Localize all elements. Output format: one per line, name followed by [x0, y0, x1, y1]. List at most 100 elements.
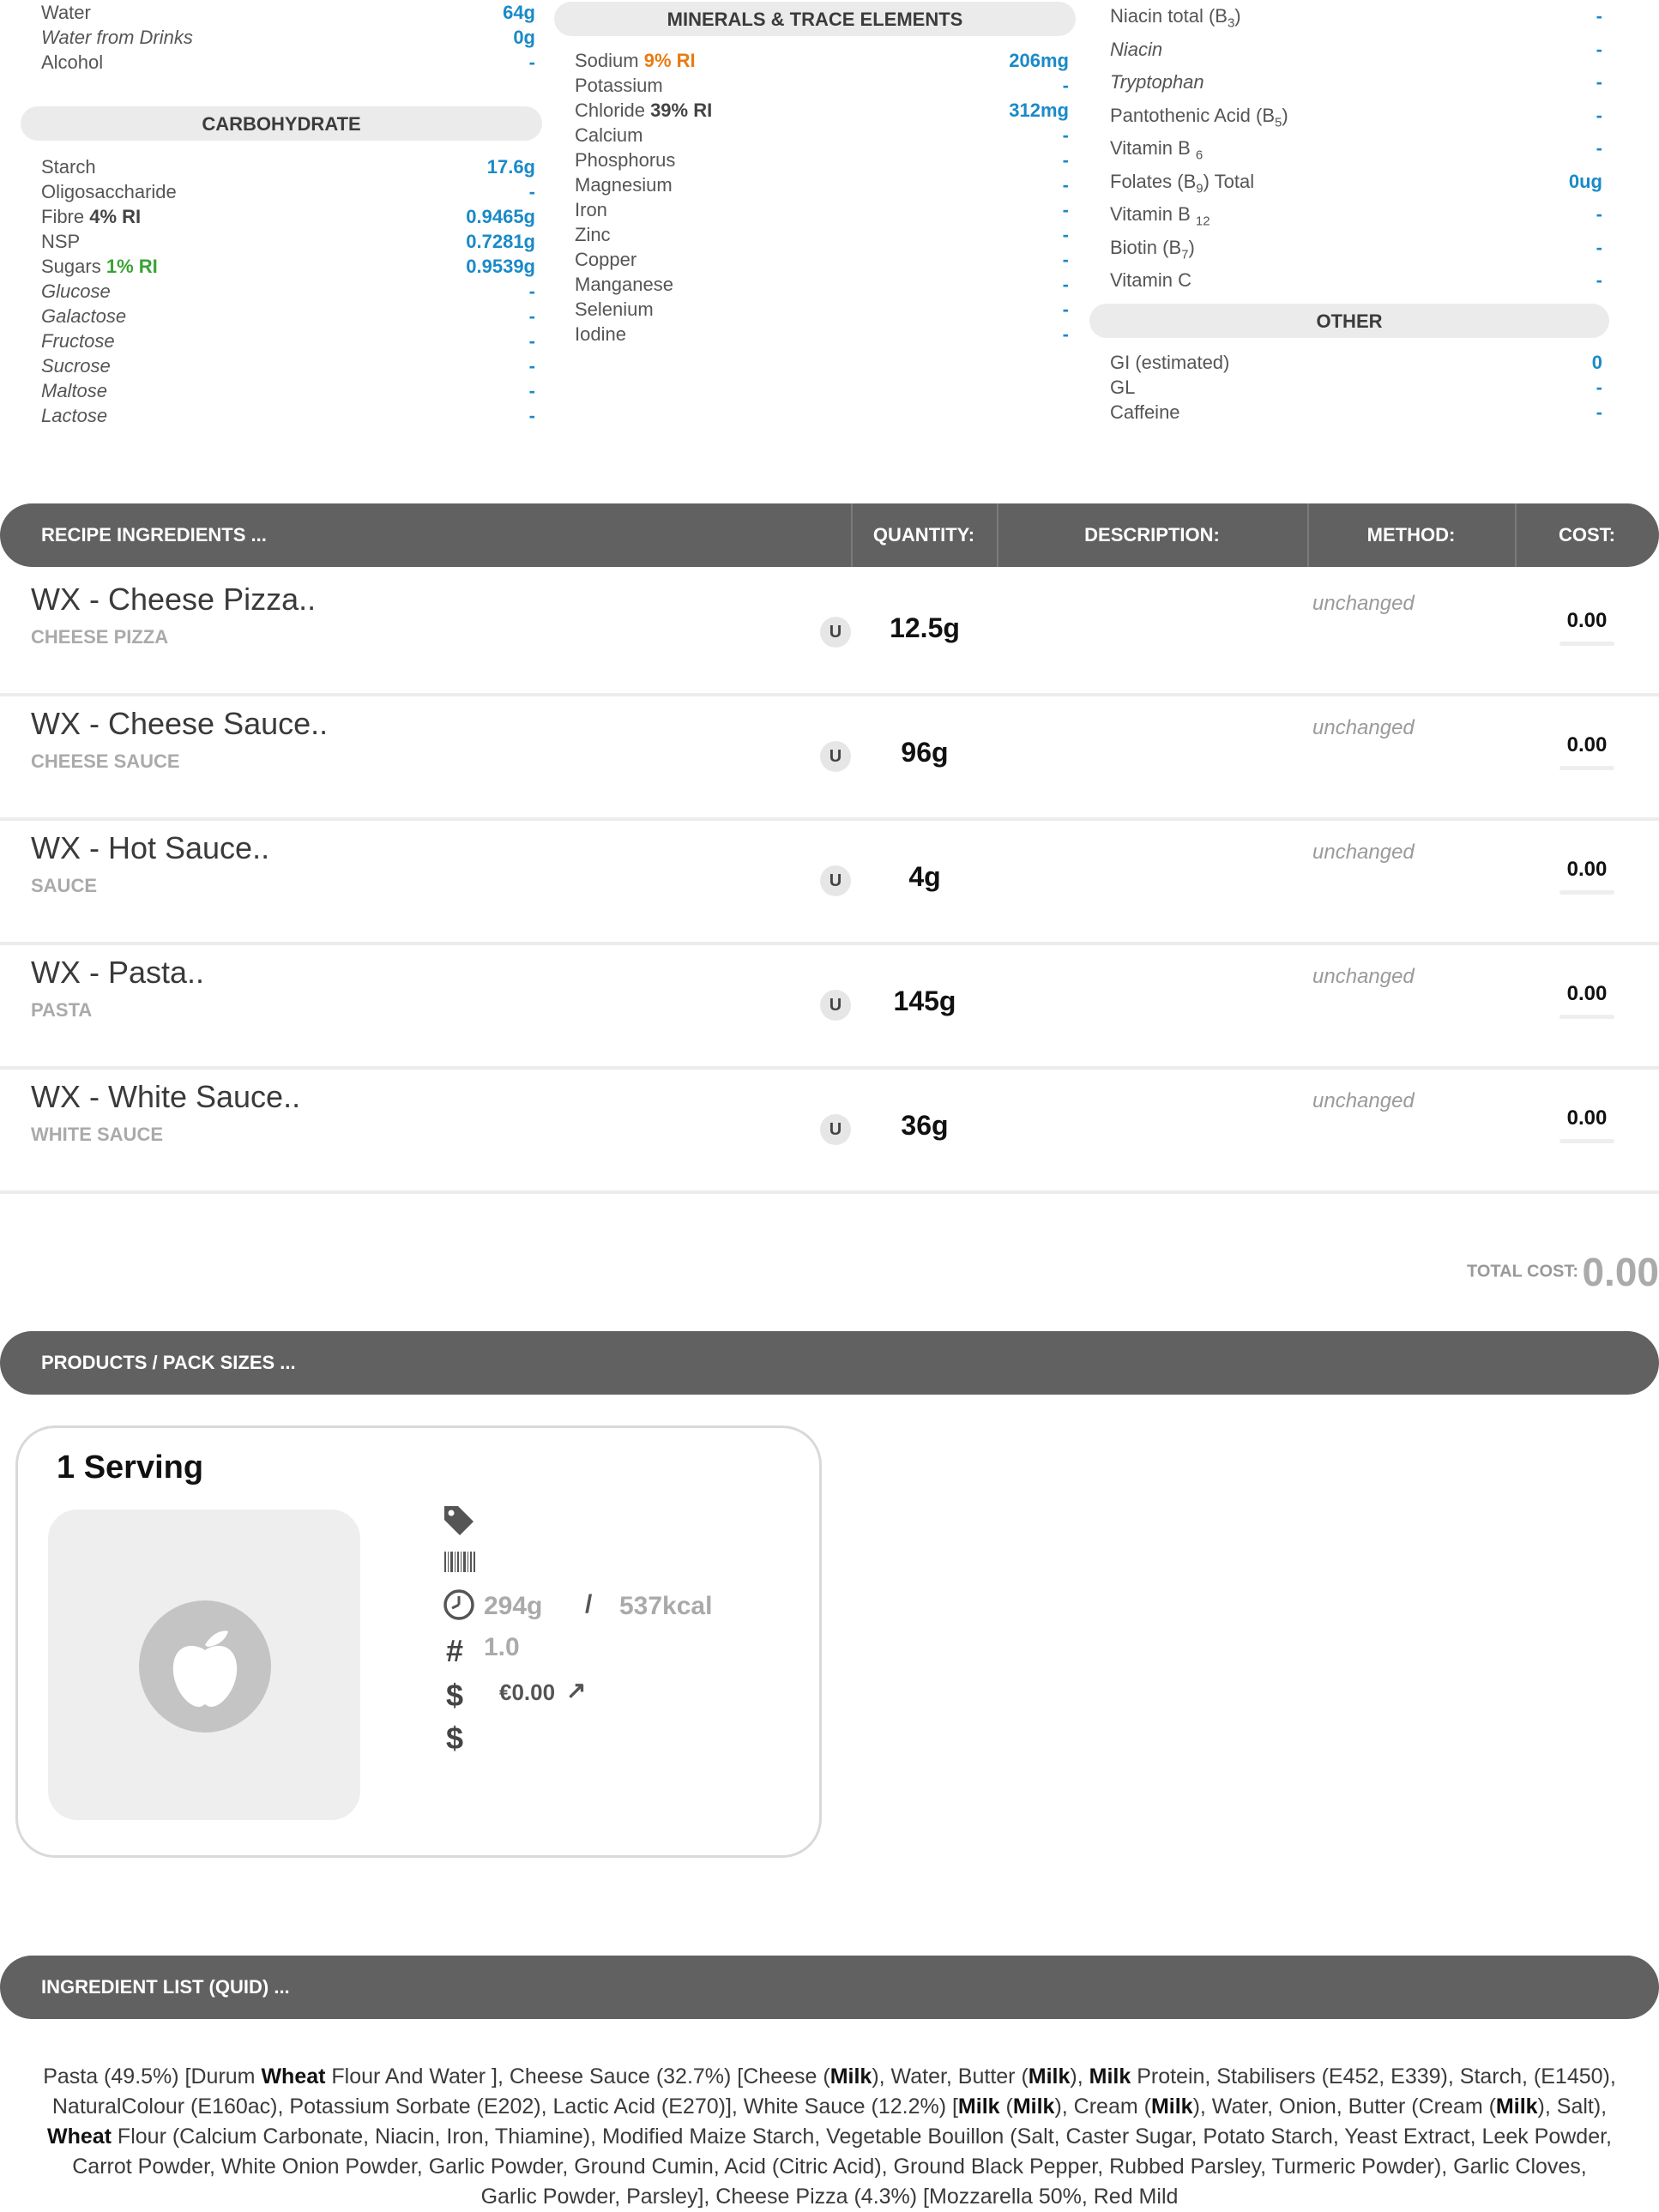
unit-badge[interactable]: U — [820, 617, 851, 648]
ingredient-text-segment: Flour (Calcium Carbonate, Niacin, Iron, … — [72, 2125, 1613, 2209]
ingredient-row[interactable]: WX - White Sauce.. WHITE SAUCE U 36g unchang… — [0, 1065, 1659, 1194]
description-column-header[interactable]: DESCRIPTION: — [997, 503, 1307, 567]
cost-underline — [1559, 1015, 1614, 1019]
total-cost: TOTAL COST: 0.00 — [1467, 1249, 1659, 1295]
nutrient-value: - — [1596, 104, 1602, 126]
ingredient-text-segment: ), Cream ( — [1054, 2094, 1151, 2119]
nutrient-row: Glucose - — [41, 279, 535, 304]
nutrient-label-text: GI (estimated) — [1110, 352, 1230, 373]
other-list: GI (estimated) 0 GL - Caffeine - — [1110, 350, 1602, 425]
nutrient-value: - — [1596, 269, 1602, 291]
nutrient-label-text: Water — [41, 2, 91, 23]
nutrient-label: Chloride 39% RI — [575, 98, 712, 123]
nutrient-label-text: Biotin (B — [1110, 236, 1182, 258]
nutrient-row: Fructose - — [41, 328, 535, 353]
nutrient-label-text: Sucrose — [41, 355, 111, 377]
nutrient-label: GL — [1110, 375, 1135, 400]
ingredient-category: CHEESE PIZZA — [31, 626, 169, 648]
clock-icon — [443, 1589, 474, 1620]
nutrient-column-general: Water 64g Water from Drinks 0g Alcohol - — [41, 0, 535, 75]
nutrient-value: 0ug — [1568, 170, 1602, 192]
nutrient-label: Sugars 1% RI — [41, 254, 158, 279]
products-title: PRODUCTS / PACK SIZES ... — [41, 1352, 296, 1373]
ingredient-quantity[interactable]: 36g — [858, 1110, 992, 1142]
ingredient-cost[interactable]: 0.00 — [1559, 609, 1614, 633]
nutrient-row: Vitamin B 12 - — [1110, 198, 1602, 232]
ingredient-cost[interactable]: 0.00 — [1559, 1106, 1614, 1130]
nutrient-label: Iron — [575, 197, 607, 222]
nutrient-label: Selenium — [575, 297, 654, 322]
ingredient-cost[interactable]: 0.00 — [1559, 733, 1614, 757]
nutrient-row: Iodine - — [575, 322, 1069, 347]
nutrient-label-text: Potassium — [575, 75, 663, 96]
nutrient-row: Vitamin C - — [1110, 264, 1602, 298]
ingredient-name[interactable]: WX - Cheese Pizza.. — [31, 582, 316, 618]
quantity-column-header[interactable]: QUANTITY: — [851, 503, 997, 567]
serving-energy: 537kcal — [619, 1592, 713, 1620]
nutrient-value: 312mg — [1009, 99, 1069, 121]
barcode-icon[interactable] — [443, 1549, 477, 1575]
ingredient-cost[interactable]: 0.00 — [1559, 858, 1614, 882]
nutrient-row: Potassium - — [575, 73, 1069, 98]
ingredient-name[interactable]: WX - Pasta.. — [31, 955, 204, 991]
ingredient-method[interactable]: unchanged — [1312, 716, 1415, 740]
nutrient-row: Sodium 9% RI 206mg — [575, 48, 1069, 73]
pack-count: 1.0 — [484, 1633, 520, 1661]
nutrient-label: Iodine — [575, 322, 626, 347]
nutrient-label-text: Starch — [41, 156, 96, 178]
nutrient-value: - — [1062, 149, 1069, 171]
apple-icon-circle — [139, 1600, 271, 1733]
nutrient-value: 17.6g — [486, 156, 535, 178]
unit-badge[interactable]: U — [820, 741, 851, 772]
nutrient-label: Water from Drinks — [41, 25, 193, 50]
ingredient-category: CHEESE SAUCE — [31, 750, 180, 772]
allergen-highlight: Milk — [1495, 2094, 1538, 2119]
cost-column-header[interactable]: COST: — [1515, 503, 1659, 567]
price-link-arrow-icon[interactable]: ↗ — [566, 1676, 586, 1704]
ingredient-method[interactable]: unchanged — [1312, 841, 1415, 865]
method-column-header[interactable]: METHOD: — [1307, 503, 1515, 567]
tag-icon[interactable] — [441, 1503, 477, 1539]
nutrient-label-text: Tryptophan — [1110, 71, 1204, 93]
ingredient-cost[interactable]: 0.00 — [1559, 982, 1614, 1006]
nutrient-row: Tryptophan - — [1110, 66, 1602, 99]
ingredient-text-segment: Pasta (49.5%) [Durum — [43, 2064, 262, 2088]
ingredient-name[interactable]: WX - White Sauce.. — [31, 1079, 300, 1115]
ingredient-method[interactable]: unchanged — [1312, 1089, 1415, 1113]
nutrient-label-text: NSP — [41, 231, 81, 252]
nutrient-row: Folates (B9) Total 0ug — [1110, 166, 1602, 199]
unit-badge[interactable]: U — [820, 1114, 851, 1145]
unit-badge[interactable]: U — [820, 865, 851, 896]
ingredient-quantity[interactable]: 145g — [858, 985, 992, 1017]
nutrient-row: Oligosaccharide - — [41, 179, 535, 204]
ingredient-quantity[interactable]: 96g — [858, 737, 992, 768]
nutrient-label-text: Pantothenic Acid (B — [1110, 104, 1276, 126]
vitamins-list: Niacin total (B3) - Niacin - Tryptophan - Pant… — [1110, 0, 1602, 298]
nutrient-label-text: Fibre — [41, 206, 85, 227]
ingredient-row[interactable]: WX - Pasta.. PASTA U 145g unchanged 0.00 — [0, 941, 1659, 1070]
nutrient-label: Alcohol — [41, 50, 103, 75]
ingredient-name[interactable]: WX - Cheese Sauce.. — [31, 706, 328, 742]
ingredient-name[interactable]: WX - Hot Sauce.. — [31, 830, 269, 866]
ingredient-method[interactable]: unchanged — [1312, 965, 1415, 989]
product-image-placeholder[interactable] — [48, 1510, 360, 1820]
nutrient-value: - — [1596, 5, 1602, 27]
nutrient-label-tail: ) — [1234, 5, 1241, 27]
serving-weight: 294g — [484, 1592, 543, 1620]
nutrient-value: - — [528, 181, 535, 202]
ingredient-row[interactable]: WX - Cheese Sauce.. CHEESE SAUCE U 96g uncha… — [0, 692, 1659, 821]
ingredient-text-segment: Flour And Water ], Cheese Sauce (32.7%) … — [325, 2064, 830, 2088]
ingredient-row[interactable]: WX - Hot Sauce.. SAUCE U 4g unchanged 0.00 — [0, 817, 1659, 945]
nutrient-row: NSP 0.7281g — [41, 229, 535, 254]
ingredient-quantity[interactable]: 12.5g — [858, 612, 992, 644]
nutrient-label: Tryptophan — [1110, 66, 1204, 99]
ingredient-quantity[interactable]: 4g — [858, 861, 992, 893]
nutrient-label-text: Vitamin C — [1110, 269, 1191, 291]
nutrient-label: Vitamin C — [1110, 264, 1191, 298]
nutrient-value: - — [1062, 274, 1069, 295]
ingredient-row[interactable]: WX - Cheese Pizza.. CHEESE PIZZA U 12.5g unc… — [0, 568, 1659, 696]
ingredient-method[interactable]: unchanged — [1312, 592, 1415, 616]
unit-badge[interactable]: U — [820, 990, 851, 1021]
carbohydrate-list: Starch 17.6g Oligosaccharide - Fibre 4% RI 0.… — [41, 154, 535, 428]
nutrient-label-text: Fructose — [41, 330, 115, 352]
